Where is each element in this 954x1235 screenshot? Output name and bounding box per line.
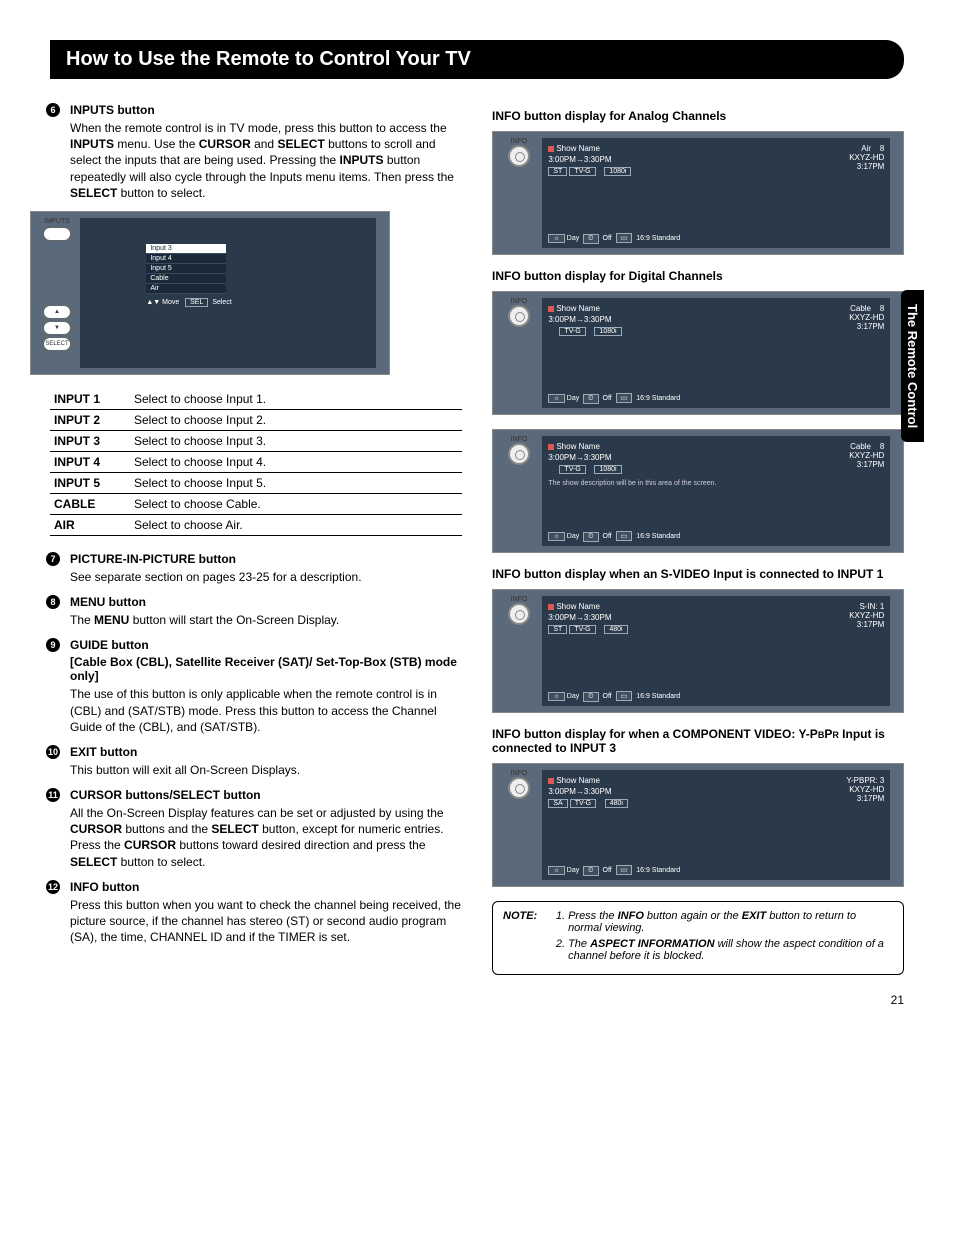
heading-svideo: INFO button display when an S-VIDEO Inpu… [492,567,904,581]
item-inputs-button: 6 INPUTS button When the remote control … [70,103,462,201]
note-box: NOTE: Press the INFO button again or the… [492,901,904,975]
guide-subtitle: [Cable Box (CBL), Satellite Receiver (SA… [70,655,462,683]
item-cursor-select-button: 11 CURSOR buttons/SELECT button All the … [70,788,462,870]
inputs-button-icon [43,227,71,241]
description-area: The show description will be in this are… [548,480,884,487]
table-row: INPUT 2Select to choose Input 2. [50,409,462,430]
heading-analog: INFO button display for Analog Channels [492,109,904,123]
badge-6: 6 [46,103,60,117]
record-icon [548,306,554,312]
screen-digital-2: INFO Show Name 3:00PM→3:30PM TV-G 1080i … [492,429,904,553]
screen-component: INFO Show Name 3:00PM→3:30PM SATV-G 480i… [492,763,904,887]
page-number: 21 [50,993,904,1007]
record-icon [548,444,554,450]
inputs-screen: INPUTS ▲ ▼ SELECT Input 3 Input 4 Input … [30,211,390,375]
record-icon [548,604,554,610]
inputs-menu-list: Input 3 Input 4 Input 5 Cable Air [146,244,226,294]
info-button-icon [508,443,530,465]
badge-11: 11 [46,788,60,802]
record-icon [548,778,554,784]
down-arrow-icon: ▼ [43,321,71,335]
section-tab: The Remote Control [901,290,924,442]
inputs-label: INPUTS [37,218,77,225]
table-row: INPUT 4Select to choose Input 4. [50,451,462,472]
item-body: When the remote control is in TV mode, p… [70,120,462,201]
info-label: INFO [499,298,539,305]
heading-digital: INFO button display for Digital Channels [492,269,904,283]
page-title: How to Use the Remote to Control Your TV [50,40,904,79]
note-item: Press the INFO button again or the EXIT … [568,910,892,934]
info-button-icon [508,145,530,167]
info-label: INFO [499,770,539,777]
up-arrow-icon: ▲ [43,305,71,319]
record-icon [548,146,554,152]
info-label: INFO [499,138,539,145]
badge-8: 8 [46,595,60,609]
table-row: INPUT 3Select to choose Input 3. [50,430,462,451]
badge-9: 9 [46,638,60,652]
info-label: INFO [499,596,539,603]
item-info-button: 12 INFO button Press this button when yo… [70,880,462,946]
table-row: INPUT 1Select to choose Input 1. [50,389,462,410]
list-item: Air [146,284,226,294]
info-button-icon [508,603,530,625]
info-label: INFO [499,436,539,443]
badge-10: 10 [46,745,60,759]
list-item: Input 5 [146,264,226,274]
table-row: AIRSelect to choose Air. [50,514,462,535]
badge-12: 12 [46,880,60,894]
table-row: INPUT 5Select to choose Input 5. [50,472,462,493]
select-button-icon: SELECT [43,337,71,351]
list-item: Cable [146,274,226,284]
heading-component: INFO button display for when a COMPONENT… [492,727,904,755]
item-exit-button: 10 EXIT button This button will exit all… [70,745,462,778]
item-title: INPUTS button [70,103,462,117]
note-label: NOTE: [503,910,551,922]
list-item: Input 4 [146,254,226,264]
item-pip-button: 7 PICTURE-IN-PICTURE button See separate… [70,552,462,585]
badge-7: 7 [46,552,60,566]
note-item: The ASPECT INFORMATION will show the asp… [568,938,892,962]
info-button-icon [508,305,530,327]
inputs-table: INPUT 1Select to choose Input 1. INPUT 2… [50,389,462,536]
table-row: CABLESelect to choose Cable. [50,493,462,514]
inputs-footer: ▲▼ Move SEL Select [146,298,370,307]
list-item: Input 3 [146,244,226,254]
info-button-icon [508,777,530,799]
item-menu-button: 8 MENU button The MENU button will start… [70,595,462,628]
item-guide-button: 9 GUIDE button [Cable Box (CBL), Satelli… [70,638,462,735]
screen-svideo: INFO Show Name 3:00PM→3:30PM STTV-G 480i… [492,589,904,713]
screen-analog: INFO Show Name 3:00PM→3:30PM STTV-G 1080… [492,131,904,255]
screen-digital-1: INFO Show Name 3:00PM→3:30PM TV-G 1080i … [492,291,904,415]
